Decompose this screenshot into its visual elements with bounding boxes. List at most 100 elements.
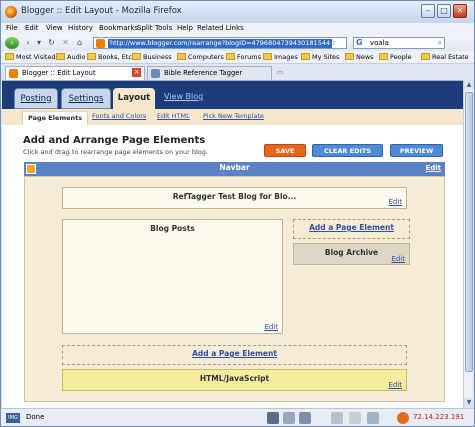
menu-file[interactable]: File: [6, 24, 18, 32]
blog-archive-edit-link[interactable]: Edit: [391, 255, 405, 263]
firefox-status-icon[interactable]: [397, 412, 409, 424]
tab-settings[interactable]: Settings: [61, 88, 111, 109]
url-text[interactable]: http://www.blogger.com/rearrange?blogID=…: [108, 39, 333, 48]
ip-address: 72.14.223.191: [413, 413, 465, 421]
back-icon[interactable]: ‹: [5, 37, 19, 49]
vertical-scrollbar[interactable]: ▲ ▼: [463, 80, 474, 408]
status-addon-icon[interactable]: IMG: [6, 413, 20, 423]
bookmark-star-icon[interactable]: ☆: [329, 38, 336, 47]
subtab-pick-new-template[interactable]: Pick New Template: [203, 112, 264, 120]
menu-help[interactable]: Help: [177, 24, 193, 32]
header-gadget[interactable]: RefTagger Test Blog for Blo... Edit: [62, 187, 407, 209]
bookmark-forums[interactable]: Forums: [226, 53, 261, 61]
history-dropdown-icon[interactable]: ▾: [35, 37, 43, 49]
addon-icon[interactable]: [267, 412, 279, 424]
bookmark-most-visited[interactable]: Most Visited: [5, 53, 56, 61]
search-query[interactable]: voala: [370, 39, 389, 47]
scroll-thumb[interactable]: [465, 92, 473, 372]
page-subheading: Click and drag to rearrange page element…: [23, 148, 208, 156]
window-title: Blogger :: Edit Layout - Mozilla Firefox: [21, 6, 182, 16]
search-box[interactable]: G voala ⌕: [353, 37, 445, 49]
folder-icon: [87, 53, 96, 60]
folder-icon: [132, 53, 141, 60]
maximize-button[interactable]: □: [437, 4, 451, 18]
stop-icon[interactable]: ✕: [60, 37, 71, 49]
bookmarks-toolbar: Most Visited Audio Books, Etc. Business …: [1, 51, 474, 64]
browser-window: Blogger :: Edit Layout - Mozilla Firefox…: [0, 0, 475, 427]
blogger-favicon: [96, 39, 105, 48]
bookmark-my-sites[interactable]: My Sites: [301, 53, 339, 61]
tab-layout[interactable]: Layout: [113, 88, 155, 109]
preview-button[interactable]: PREVIEW: [390, 144, 443, 157]
addon-icon[interactable]: [349, 412, 361, 424]
status-bar: IMG Done 72.14.223.191: [1, 408, 474, 426]
subtab-page-elements[interactable]: Page Elements: [22, 111, 89, 125]
addon-icon[interactable]: [367, 412, 379, 424]
home-icon[interactable]: ⌂: [74, 37, 85, 49]
bookmark-business[interactable]: Business: [132, 53, 172, 61]
tab-posting[interactable]: Posting: [14, 88, 58, 109]
subtab-edit-html[interactable]: Edit HTML: [157, 112, 190, 120]
sidebar-add-element-link[interactable]: Add a Page Element: [294, 223, 409, 232]
menu-view[interactable]: View: [46, 24, 63, 32]
menu-related-links[interactable]: Related Links: [197, 24, 244, 32]
bookmark-people[interactable]: People: [379, 53, 412, 61]
scroll-up-icon[interactable]: ▲: [464, 80, 474, 90]
html-javascript-edit-link[interactable]: Edit: [388, 381, 402, 389]
folder-icon: [177, 53, 186, 60]
footer-add-area: Add a Page Element: [62, 345, 407, 365]
blog-archive-gadget[interactable]: Blog Archive Edit: [293, 243, 410, 265]
footer-add-element-link[interactable]: Add a Page Element: [63, 349, 406, 358]
clear-edits-button[interactable]: CLEAR EDITS: [312, 144, 383, 157]
blog-posts-gadget[interactable]: Blog Posts Edit: [62, 219, 283, 334]
blog-posts-edit-link[interactable]: Edit: [264, 323, 278, 331]
menu-tools[interactable]: Tools: [155, 24, 172, 32]
subtab-fonts-and-colors[interactable]: Fonts and Colors: [92, 112, 146, 120]
menu-history[interactable]: History: [68, 24, 93, 32]
bookmark-real-estate[interactable]: Real Estate: [421, 53, 469, 61]
reload-icon[interactable]: ↻: [46, 37, 57, 49]
bookmark-audio[interactable]: Audio: [56, 53, 85, 61]
bookmark-computers[interactable]: Computers: [177, 53, 224, 61]
bookmark-news[interactable]: News: [345, 53, 374, 61]
layout-canvas: RefTagger Test Blog for Blo... Edit Blog…: [24, 176, 445, 402]
save-button[interactable]: SAVE: [264, 144, 306, 157]
menu-bar: File Edit View History Bookmarks Split T…: [1, 23, 474, 35]
close-button[interactable]: ✕: [453, 4, 467, 18]
status-text: Done: [26, 413, 45, 421]
scroll-down-icon[interactable]: ▼: [464, 398, 474, 408]
url-bar[interactable]: http://www.blogger.com/rearrange?blogID=…: [93, 37, 347, 49]
folder-icon: [345, 53, 354, 60]
title-bar: Blogger :: Edit Layout - Mozilla Firefox…: [1, 1, 474, 23]
sidebar-add-area: Add a Page Element: [293, 219, 410, 239]
view-blog-link[interactable]: View Blog: [164, 92, 203, 101]
bookmark-books[interactable]: Books, Etc.: [87, 53, 134, 61]
addon-icon[interactable]: [283, 412, 295, 424]
addon-icon[interactable]: [299, 412, 311, 424]
header-gadget-title: RefTagger Test Blog for Blo...: [172, 192, 297, 201]
forward-icon[interactable]: ›: [23, 37, 33, 49]
tab-edit-layout[interactable]: Blogger :: Edit Layout ×: [5, 66, 145, 80]
navbar-element[interactable]: Navbar Edit: [24, 162, 445, 176]
page-favicon: [151, 69, 160, 78]
firefox-icon: [5, 6, 17, 18]
header-edit-link[interactable]: Edit: [388, 198, 402, 206]
new-tab-icon[interactable]: ▭: [273, 66, 287, 80]
minimize-button[interactable]: –: [421, 4, 435, 18]
folder-icon: [5, 53, 14, 60]
menu-edit[interactable]: Edit: [25, 24, 39, 32]
folder-icon: [226, 53, 235, 60]
tab-bible-reference-tagger[interactable]: Bible Reference Tagger: [147, 66, 272, 80]
folder-icon: [56, 53, 65, 60]
navbar-edit-link[interactable]: Edit: [425, 164, 441, 172]
folder-icon: [263, 53, 272, 60]
menu-split[interactable]: Split: [137, 24, 153, 32]
search-engine-icon[interactable]: G: [356, 38, 363, 47]
menu-bookmarks[interactable]: Bookmarks: [99, 24, 138, 32]
close-tab-icon[interactable]: ×: [132, 68, 141, 77]
html-javascript-gadget[interactable]: HTML/JavaScript Edit: [62, 369, 407, 391]
navbar-title: Navbar: [219, 163, 250, 172]
bookmark-images[interactable]: Images: [263, 53, 298, 61]
addon-icon[interactable]: [331, 412, 343, 424]
search-icon[interactable]: ⌕: [438, 38, 442, 48]
